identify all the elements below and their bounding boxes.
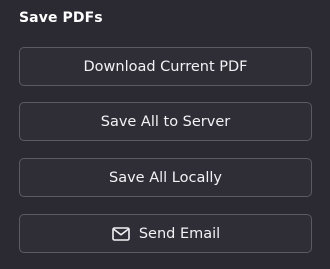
save-all-to-server-label: Save All to Server (100, 113, 231, 130)
send-email-label: Send Email (138, 225, 221, 242)
save-pdfs-panel: Save PDFs Download Current PDF Save All … (0, 0, 330, 269)
download-current-pdf-button[interactable]: Download Current PDF (19, 47, 312, 86)
section-title: Save PDFs (19, 10, 103, 26)
save-all-locally-button[interactable]: Save All Locally (19, 158, 312, 197)
mail-icon (111, 226, 131, 242)
save-all-to-server-button[interactable]: Save All to Server (19, 102, 312, 141)
save-all-locally-label: Save All Locally (109, 169, 222, 186)
send-email-button[interactable]: Send Email (19, 214, 312, 253)
download-current-pdf-label: Download Current PDF (83, 58, 248, 75)
